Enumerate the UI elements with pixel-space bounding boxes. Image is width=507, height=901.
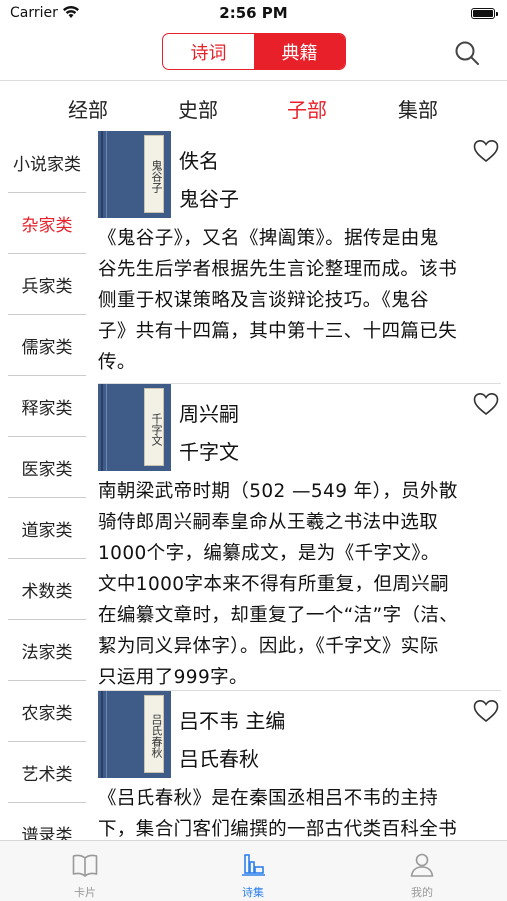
tab-label: 卡片 [74,886,96,899]
heart-icon[interactable] [473,139,499,163]
sidebar-item[interactable]: 儒家类 [8,315,86,376]
tab-collection[interactable]: 诗集 [203,841,303,901]
segmented-control: 诗词 典籍 [162,33,346,70]
sidebar-item[interactable]: 术数类 [8,559,86,620]
book-icon [72,854,98,877]
desc-line: 南朝梁武帝时期（502 —549 年），员外散 [98,481,458,502]
sidebar-item[interactable]: 道家类 [8,498,86,559]
segment-classics[interactable]: 典籍 [254,34,345,69]
book-cover: 吕氏春秋 [98,691,171,778]
tab-jingbu[interactable]: 经部 [68,94,108,123]
sidebar-item[interactable]: 谱录类 [8,803,86,841]
book-description: 《鬼谷子》，又名《捭阖策》。据传是由鬼 谷先生后学者根据先生言论整理而成。该书 … [98,223,496,378]
book-entry[interactable]: 鬼谷子 佚名 鬼谷子 《鬼谷子》，又名《捭阖策》。据传是由鬼 谷先生后学者根据先… [98,131,501,383]
sidebar-item[interactable]: 医家类 [8,437,86,498]
search-icon[interactable] [454,40,480,66]
desc-line: 文中1000字本来不得有所重复，但周兴嗣 [98,574,450,595]
category-tabs: 经部 史部 子部 集部 [0,82,507,130]
sidebar-item[interactable]: 艺术类 [8,742,86,803]
heart-icon[interactable] [473,392,499,416]
tab-jibu[interactable]: 集部 [398,94,438,123]
book-title: 吕氏春秋 [179,747,259,771]
desc-line: 在编纂文章时，却重复了一个“洁”字（洁、 [98,605,459,626]
tab-profile[interactable]: 我的 [372,841,472,901]
desc-line: 谷先生后学者根据先生言论整理而成。该书 [98,259,458,280]
book-description: 《吕氏春秋》是在秦国丞相吕不韦的主持 下，集合门客们编撰的一部古代类百科全书 [98,783,496,840]
nav-divider [0,80,507,81]
tab-bar: 卡片 诗集 我的 [0,840,507,901]
tab-zibu[interactable]: 子部 [287,94,327,123]
battery-icon [471,8,498,19]
cover-label: 吕氏春秋 [144,695,164,773]
tab-label: 我的 [411,886,433,899]
book-entry[interactable]: 吕氏春秋 吕不韦 主编 吕氏春秋 《吕氏春秋》是在秦国丞相吕不韦的主持 下，集合… [98,691,501,840]
book-title: 千字文 [179,440,239,464]
book-entry[interactable]: 千字文 周兴嗣 千字文 南朝梁武帝时期（502 —549 年），员外散 骑侍郎周… [98,384,501,690]
collection-icon [242,854,265,876]
heart-icon[interactable] [473,699,499,723]
sidebar-item-selected[interactable]: 杂家类 [8,193,86,254]
desc-line: 骑侍郎周兴嗣奉皇命从王羲之书法中选取 [98,512,439,533]
sidebar-item[interactable]: 小说家类 [8,132,86,193]
cover-label: 千字文 [144,388,164,466]
status-bar: Carrier 2:56 PM [0,0,507,28]
book-cover: 千字文 [98,384,171,471]
book-author: 周兴嗣 [179,402,239,426]
tab-shibu[interactable]: 史部 [178,94,218,123]
book-title: 鬼谷子 [179,187,239,211]
sidebar: 小说家类 杂家类 兵家类 儒家类 释家类 医家类 道家类 术数类 法家类 农家类… [0,132,93,840]
book-description: 南朝梁武帝时期（502 —549 年），员外散 骑侍郎周兴嗣奉皇命从王羲之书法中… [98,476,496,693]
desc-line: 下，集合门客们编撰的一部古代类百科全书 [98,819,458,840]
desc-line: 只运用了999字。 [98,667,248,688]
book-cover: 鬼谷子 [98,131,171,218]
desc-line: 《鬼谷子》，又名《捭阖策》。据传是由鬼 [98,228,439,249]
desc-line: 絜为同义异体字）。因此，《千字文》实际 [98,636,439,657]
sidebar-item[interactable]: 兵家类 [8,254,86,315]
person-icon [410,853,434,877]
tab-cards[interactable]: 卡片 [35,841,135,901]
sidebar-item[interactable]: 释家类 [8,376,86,437]
desc-line: 1000个字，编纂成文，是为《千字文》。 [98,543,440,564]
desc-line: 传。 [98,352,136,373]
cover-label: 鬼谷子 [144,135,164,213]
sidebar-item[interactable]: 农家类 [8,681,86,742]
desc-line: 子》共有十四篇，其中第十三、十四篇已失 [98,321,458,342]
segment-poetry[interactable]: 诗词 [163,34,254,69]
book-author: 佚名 [179,149,219,173]
book-author: 吕不韦 主编 [179,709,286,733]
tab-label: 诗集 [242,886,264,899]
clock: 2:56 PM [219,4,288,22]
desc-line: 侧重于权谋策略及言谈辩论技巧。《鬼谷 [98,290,429,311]
sidebar-item[interactable]: 法家类 [8,620,86,681]
desc-line: 《吕氏春秋》是在秦国丞相吕不韦的主持 [98,788,439,809]
